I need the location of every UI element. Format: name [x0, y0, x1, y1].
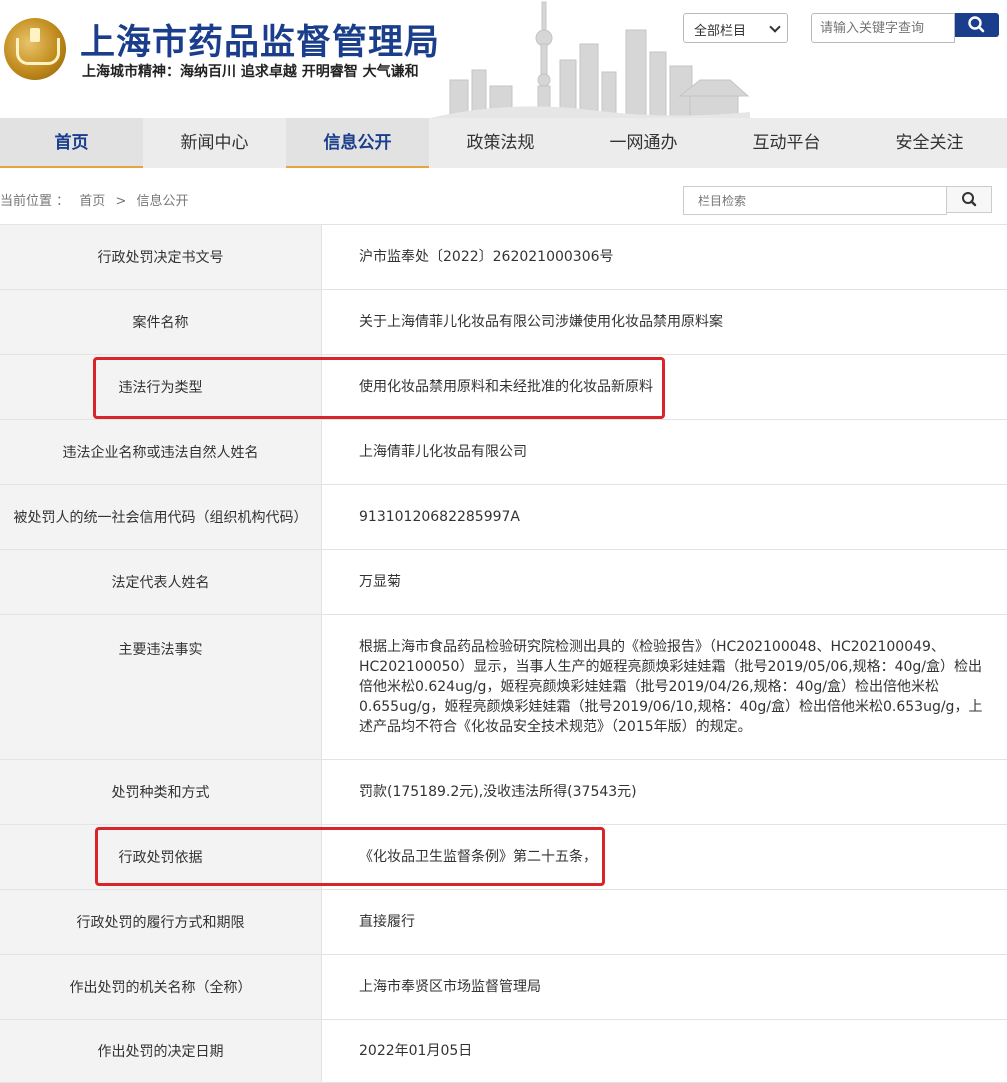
- nav-item-info-disclosure[interactable]: 信息公开: [286, 118, 429, 168]
- row-label: 法定代表人姓名: [0, 550, 322, 614]
- nav-item-home[interactable]: 首页: [0, 118, 143, 168]
- nav-item-safety[interactable]: 安全关注: [858, 118, 1001, 168]
- search-icon: [962, 192, 977, 207]
- site-title[interactable]: 上海市药品监督管理局: [80, 14, 440, 65]
- table-row: 行政处罚决定书文号 沪市监奉处〔2022〕262021000306号: [0, 224, 1007, 289]
- nav-item-interaction[interactable]: 互动平台: [715, 118, 858, 168]
- row-label: 主要违法事实: [0, 615, 322, 759]
- penalty-detail-table: 行政处罚决定书文号 沪市监奉处〔2022〕262021000306号 案件名称 …: [0, 224, 1007, 1083]
- table-row: 被处罚人的统一社会信用代码（组织机构代码） 91310120682285997A: [0, 484, 1007, 549]
- main-nav: 首页 新闻中心 信息公开 政策法规 一网通办 互动平台 安全关注: [0, 118, 1007, 168]
- table-row: 行政处罚依据 《化妆品卫生监督条例》第二十五条，: [0, 824, 1007, 889]
- row-label: 作出处罚的决定日期: [0, 1020, 322, 1082]
- table-row: 处罚种类和方式 罚款(175189.2元),没收违法所得(37543元): [0, 759, 1007, 824]
- search-input[interactable]: [811, 13, 955, 43]
- column-select[interactable]: 全部栏目: [683, 13, 788, 43]
- row-value: 2022年01月05日: [359, 1043, 473, 1059]
- table-row: 行政处罚的履行方式和期限 直接履行: [0, 889, 1007, 954]
- table-row: 违法企业名称或违法自然人姓名 上海倩菲儿化妆品有限公司: [0, 419, 1007, 484]
- breadcrumb-home-link[interactable]: 首页: [79, 194, 105, 209]
- table-row: 违法行为类型 使用化妆品禁用原料和未经批准的化妆品新原料: [0, 354, 1007, 419]
- row-value: 万显菊: [359, 574, 401, 590]
- row-label: 作出处罚的机关名称（全称）: [0, 955, 322, 1019]
- row-label: 行政处罚依据: [0, 825, 322, 889]
- breadcrumb-current-link[interactable]: 信息公开: [136, 194, 188, 209]
- row-value: 罚款(175189.2元),没收违法所得(37543元): [359, 784, 637, 800]
- row-value: 使用化妆品禁用原料和未经批准的化妆品新原料: [359, 379, 653, 395]
- breadcrumb-prefix: 当前位置 ：: [0, 194, 70, 209]
- row-value: 上海倩菲儿化妆品有限公司: [359, 444, 527, 460]
- nav-item-news[interactable]: 新闻中心: [143, 118, 286, 168]
- row-label: 案件名称: [0, 290, 322, 354]
- row-value: 91310120682285997A: [359, 509, 520, 525]
- row-value: 直接履行: [359, 914, 415, 930]
- site-header: 上海市药品监督管理局 上海城市精神：海纳百川 追求卓越 开明睿智 大气谦和 全部…: [0, 0, 1007, 118]
- row-label: 违法企业名称或违法自然人姓名: [0, 420, 322, 484]
- table-row: 法定代表人姓名 万显菊: [0, 549, 1007, 614]
- table-row: 作出处罚的机关名称（全称） 上海市奉贤区市场监督管理局: [0, 954, 1007, 1019]
- row-value: 根据上海市食品药品检验研究院检测出具的《检验报告》（HC202100048、HC…: [359, 639, 983, 735]
- site-logo-icon[interactable]: [4, 18, 66, 80]
- column-select-value: 全部栏目: [694, 24, 747, 39]
- search-button[interactable]: [955, 13, 999, 37]
- nav-item-online-service[interactable]: 一网通办: [572, 118, 715, 168]
- row-label: 被处罚人的统一社会信用代码（组织机构代码）: [0, 485, 322, 549]
- row-value: 上海市奉贤区市场监督管理局: [359, 979, 541, 995]
- row-value: 沪市监奉处〔2022〕262021000306号: [359, 249, 614, 265]
- table-row: 作出处罚的决定日期 2022年01月05日: [0, 1019, 1007, 1083]
- row-label: 处罚种类和方式: [0, 760, 322, 824]
- row-label: 违法行为类型: [0, 355, 322, 419]
- column-search-input[interactable]: [683, 186, 947, 215]
- table-row: 主要违法事实 根据上海市食品药品检验研究院检测出具的《检验报告》（HC20210…: [0, 614, 1007, 759]
- breadcrumb-separator: >: [115, 194, 127, 209]
- breadcrumb: 当前位置 ： 首页 > 信息公开: [0, 190, 195, 209]
- table-row: 案件名称 关于上海倩菲儿化妆品有限公司涉嫌使用化妆品禁用原料案: [0, 289, 1007, 354]
- row-value: 关于上海倩菲儿化妆品有限公司涉嫌使用化妆品禁用原料案: [359, 314, 723, 330]
- row-label: 行政处罚的履行方式和期限: [0, 890, 322, 954]
- row-label: 行政处罚决定书文号: [0, 225, 322, 289]
- site-slogan: 上海城市精神：海纳百川 追求卓越 开明睿智 大气谦和: [82, 64, 419, 80]
- nav-item-policy[interactable]: 政策法规: [429, 118, 572, 168]
- column-search-button[interactable]: [946, 186, 992, 213]
- search-icon: [968, 16, 985, 33]
- row-value: 《化妆品卫生监督条例》第二十五条，: [359, 849, 597, 865]
- chevron-down-icon: [769, 21, 781, 33]
